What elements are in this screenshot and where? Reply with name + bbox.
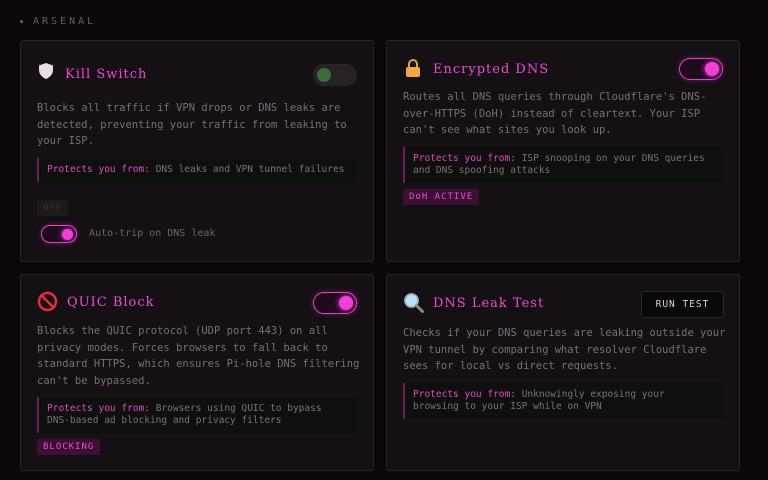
card-description: Routes all DNS queries through Cloudflar… [403, 91, 707, 136]
toggle-knob [339, 296, 353, 310]
kill-switch-toggle[interactable] [313, 64, 357, 86]
toggle-knob [317, 68, 331, 82]
prohibited-icon [37, 291, 58, 316]
status-badge: BLOCKING [37, 439, 101, 455]
run-test-button[interactable]: RUN TEST [641, 291, 724, 318]
section-header: ARSENAL [20, 16, 96, 27]
protects-text: DNS leaks and VPN tunnel failures [155, 164, 345, 175]
quic-block-toggle[interactable] [313, 292, 357, 314]
protects-box: Protects you from: DNS leaks and VPN tun… [37, 158, 357, 182]
card-title: Kill Switch [65, 67, 148, 82]
protects-box: Protects you from: Browsers using QUIC t… [37, 397, 357, 433]
encrypted-dns-card: Encrypted DNS Routes all DNS queries thr… [386, 40, 740, 262]
quic-block-card: QUIC Block Blocks the QUIC protocol (UDP… [20, 274, 374, 471]
protects-box: Protects you from: ISP snooping on your … [403, 147, 723, 183]
status-badge: DoH ACTIVE [403, 189, 480, 205]
card-title: Encrypted DNS [433, 62, 550, 77]
protects-label: Protects you from: [413, 389, 516, 400]
kill-switch-card: Kill Switch Blocks all traffic if VPN dr… [20, 40, 374, 262]
toggle-knob [62, 228, 73, 240]
card-title: DNS Leak Test [433, 296, 545, 311]
encrypted-dns-toggle[interactable] [679, 58, 723, 80]
bullet-icon [20, 20, 23, 23]
section-label: ARSENAL [33, 16, 97, 27]
protects-label: Protects you from: [47, 164, 150, 175]
card-description: Blocks all traffic if VPN drops or DNS l… [37, 102, 347, 147]
protects-label: Protects you from: [47, 403, 150, 414]
protects-label: Protects you from: [413, 153, 516, 164]
toggle-knob [705, 62, 719, 76]
card-description: Blocks the QUIC protocol (UDP port 443) … [37, 325, 360, 387]
status-badge: OFF [37, 200, 69, 216]
auto-trip-label: Auto-trip on DNS leak [89, 228, 216, 239]
auto-trip-toggle[interactable] [41, 225, 77, 243]
dns-leak-test-card: DNS Leak Test RUN TEST Checks if your DN… [386, 274, 740, 471]
magnifier-icon [403, 292, 425, 318]
protects-box: Protects you from: Unknowingly exposing … [403, 383, 723, 419]
card-title: QUIC Block [67, 295, 155, 310]
card-description: Checks if your DNS queries are leaking o… [403, 327, 726, 372]
lock-icon [404, 58, 422, 82]
shield-icon [37, 62, 55, 84]
